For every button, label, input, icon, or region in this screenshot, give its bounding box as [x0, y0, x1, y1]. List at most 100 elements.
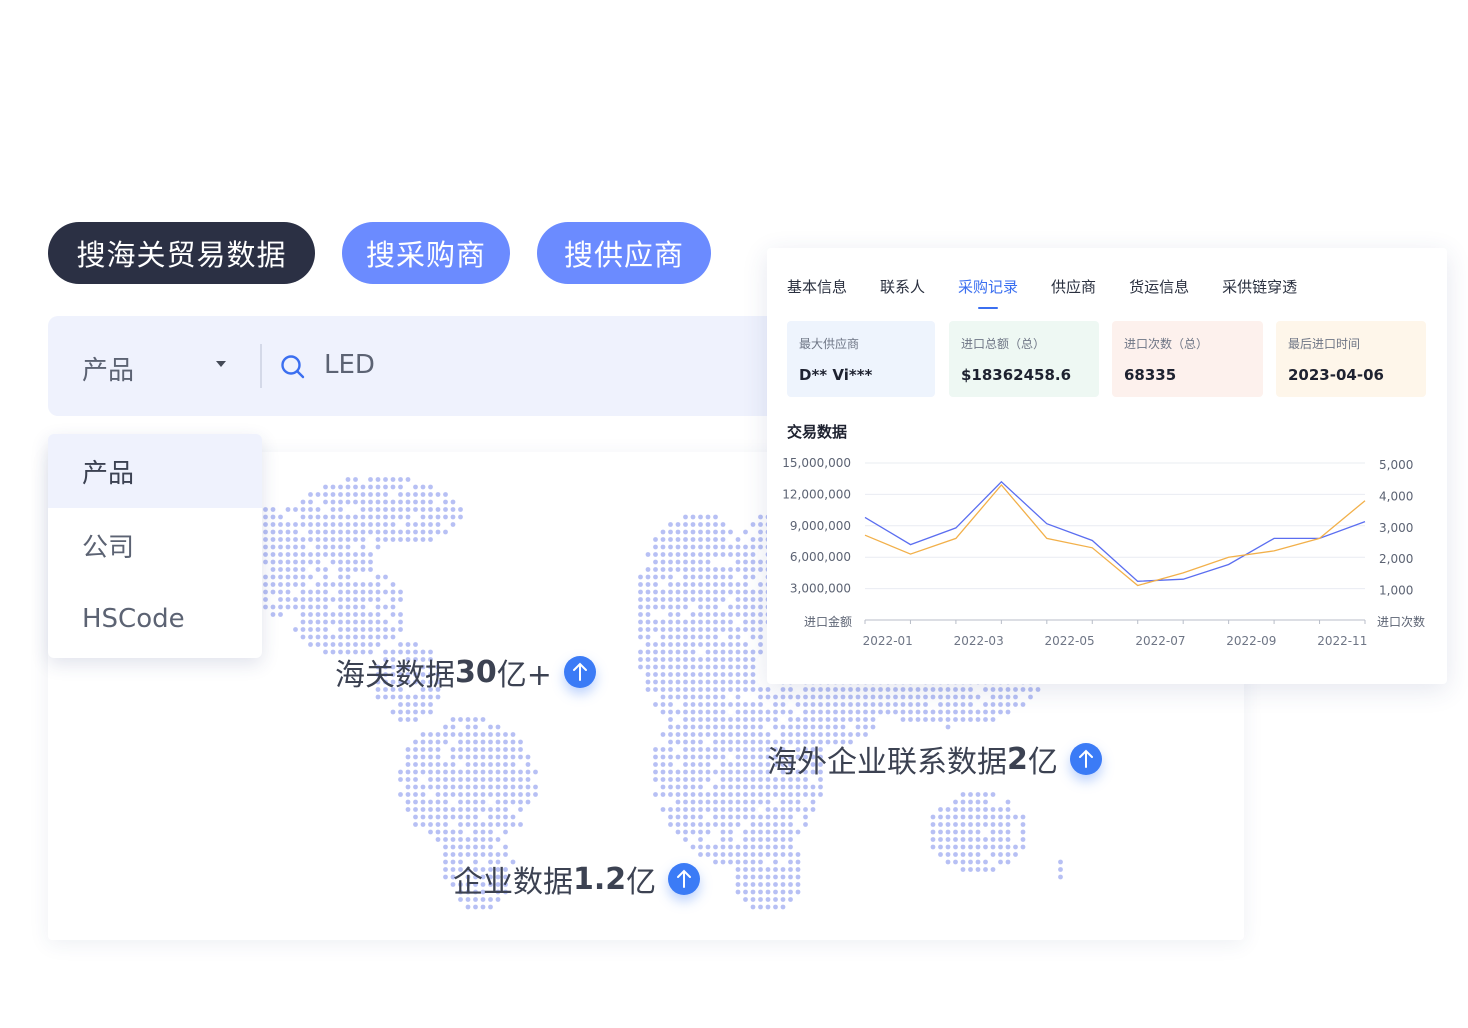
- map-dot: [413, 769, 418, 775]
- map-dot: [690, 769, 696, 775]
- map-dot: [465, 732, 471, 737]
- map-dot: [915, 717, 921, 722]
- x-tick-label: 2022-03: [954, 634, 1004, 648]
- map-dot: [345, 597, 351, 602]
- map-dot: [473, 807, 478, 812]
- map-dot: [270, 529, 276, 535]
- map-dot: [698, 574, 703, 580]
- supplier-search-button[interactable]: 搜供应商: [537, 222, 711, 284]
- map-dot: [705, 672, 711, 677]
- tab-basic-info[interactable]: 基本信息: [787, 276, 847, 297]
- map-dot: [300, 537, 306, 542]
- dropdown-option-company[interactable]: 公司: [48, 508, 262, 582]
- tab-supply-chain[interactable]: 采供链穿透: [1222, 276, 1297, 297]
- map-dot: [683, 574, 688, 580]
- map-dot: [900, 687, 906, 692]
- map-dot: [360, 522, 366, 527]
- map-dot: [720, 709, 726, 715]
- map-dot: [480, 807, 486, 812]
- map-dot: [938, 717, 943, 722]
- map-dot: [503, 732, 508, 737]
- map-dot: [683, 642, 688, 647]
- map-dot: [278, 559, 283, 565]
- map-dot: [638, 619, 643, 625]
- map-dot: [645, 567, 651, 572]
- map-dot: [360, 619, 366, 625]
- map-dot: [368, 582, 373, 587]
- map-dot: [968, 717, 973, 722]
- map-dot: [953, 837, 958, 842]
- map-dot: [983, 859, 988, 865]
- map-dot: [1020, 844, 1026, 850]
- dropdown-option-product[interactable]: 产品: [48, 434, 262, 508]
- map-dot: [338, 552, 343, 557]
- map-dot: [383, 492, 388, 497]
- map-dot: [698, 642, 703, 647]
- map-dot: [263, 507, 268, 512]
- map-dot: [465, 747, 471, 752]
- map-dot: [945, 852, 951, 857]
- search-type-select[interactable]: 产品: [82, 350, 134, 387]
- map-dot: [840, 694, 846, 700]
- map-dot: [405, 499, 411, 505]
- map-dot: [458, 792, 463, 797]
- map-dot: [315, 537, 321, 542]
- map-dot: [413, 492, 418, 497]
- map-dot: [953, 852, 958, 857]
- map-dot: [728, 574, 733, 580]
- map-dot: [315, 507, 321, 512]
- map-dot: [900, 694, 906, 700]
- search-input[interactable]: LED: [324, 350, 375, 380]
- map-dot: [968, 844, 973, 850]
- map-dot: [735, 867, 741, 872]
- tab-shipping-info[interactable]: 货运信息: [1129, 276, 1189, 297]
- map-dot: [645, 619, 651, 625]
- dropdown-option-hscode[interactable]: HSCode: [48, 582, 262, 656]
- map-dot: [638, 582, 643, 587]
- map-dot: [810, 799, 816, 805]
- buyer-search-button[interactable]: 搜采购商: [342, 222, 510, 284]
- map-dot: [788, 844, 793, 850]
- stat-enterprise-label: 企业数据: [453, 865, 573, 900]
- map-dot: [705, 567, 711, 572]
- caret-down-icon[interactable]: [216, 361, 226, 367]
- map-dot: [390, 537, 396, 542]
- map-dot: [795, 717, 801, 722]
- map-dot: [728, 544, 733, 550]
- map-dot: [383, 529, 388, 535]
- map-dot: [945, 717, 951, 722]
- map-dot: [458, 769, 463, 775]
- map-dot: [788, 694, 793, 700]
- map-dot: [863, 694, 868, 700]
- map-dot: [788, 687, 793, 692]
- map-dot: [698, 634, 703, 640]
- map-dot: [278, 529, 283, 535]
- chart-title: 交易数据: [787, 423, 848, 441]
- map-dot: [750, 859, 756, 865]
- map-dot: [675, 604, 681, 610]
- tab-suppliers[interactable]: 供应商: [1051, 276, 1096, 297]
- map-dot: [750, 844, 756, 850]
- map-dot: [735, 672, 741, 677]
- map-dot: [285, 559, 291, 565]
- tab-purchase-records[interactable]: 采购记录: [958, 276, 1018, 309]
- map-dot: [930, 837, 936, 842]
- y-left-tick-label: 9,000,000: [790, 519, 851, 533]
- search-icon[interactable]: [280, 354, 306, 380]
- map-dot: [953, 694, 958, 700]
- map-dot: [720, 664, 726, 670]
- map-dot: [383, 574, 388, 580]
- map-dot: [960, 807, 966, 812]
- map-dot: [420, 514, 426, 520]
- map-dot: [923, 709, 928, 715]
- tab-contacts[interactable]: 联系人: [880, 276, 925, 297]
- customs-data-search-button[interactable]: 搜海关贸易数据: [48, 222, 315, 284]
- map-dot: [488, 837, 493, 842]
- map-dot: [465, 904, 471, 910]
- map-dot: [428, 702, 433, 707]
- x-tick-label: 2022-07: [1135, 634, 1185, 648]
- map-dot: [480, 822, 486, 827]
- map-dot: [720, 672, 726, 677]
- map-dot: [645, 612, 651, 617]
- map-dot: [428, 499, 433, 505]
